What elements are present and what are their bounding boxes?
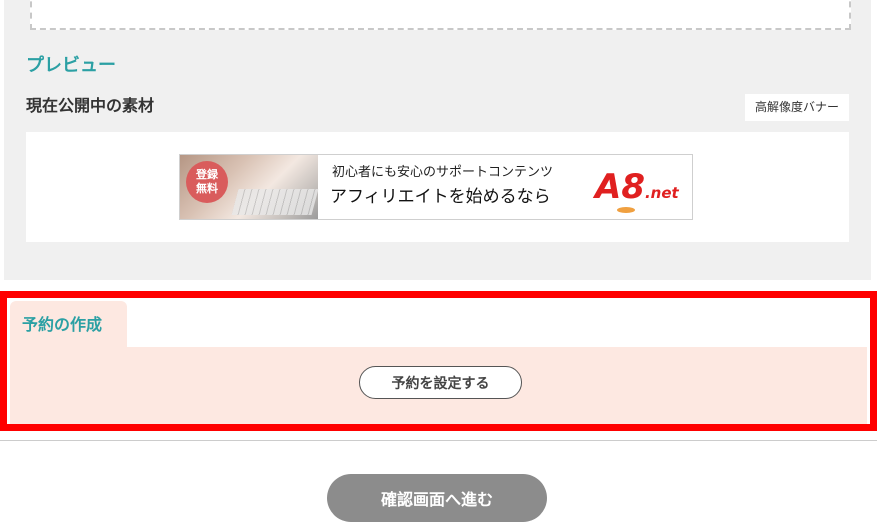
- banner-tagline: 初心者にも安心のサポートコンテンツ: [332, 165, 554, 180]
- set-reservation-button[interactable]: 予約を設定する: [359, 366, 522, 399]
- divider: [0, 440, 877, 441]
- logo-suffix: .net: [644, 184, 679, 202]
- a8-logo: A8.net: [595, 167, 679, 213]
- badge-line1: 登録: [196, 168, 218, 181]
- banner-preview-frame: 登録 無料 初心者にも安心のサポートコンテンツ アフィリエイトを始めるなら A8…: [26, 132, 849, 242]
- confirm-button[interactable]: 確認画面へ進む: [327, 474, 547, 522]
- banner-image[interactable]: 登録 無料 初心者にも安心のサポートコンテンツ アフィリエイトを始めるなら A8…: [179, 154, 693, 220]
- hd-banner-button[interactable]: 高解像度バナー: [745, 94, 849, 121]
- preview-heading: プレビュー: [26, 55, 116, 76]
- logo-main: A8: [595, 167, 645, 207]
- reservation-section: 予約の作成 予約を設定する: [0, 291, 877, 431]
- banner-headline: アフィリエイトを始めるなら: [330, 187, 551, 207]
- free-registration-badge: 登録 無料: [186, 161, 228, 203]
- badge-line2: 無料: [196, 182, 218, 195]
- tab-reservation[interactable]: 予約の作成: [10, 301, 127, 347]
- reservation-panel: 予約を設定する: [10, 347, 867, 424]
- logo-dot: [617, 207, 635, 213]
- tab-reservation-label: 予約の作成: [22, 315, 103, 334]
- current-material-title: 現在公開中の素材: [26, 96, 155, 115]
- keyboard-graphic: [231, 189, 319, 215]
- upload-dropzone[interactable]: ′: [30, 0, 851, 30]
